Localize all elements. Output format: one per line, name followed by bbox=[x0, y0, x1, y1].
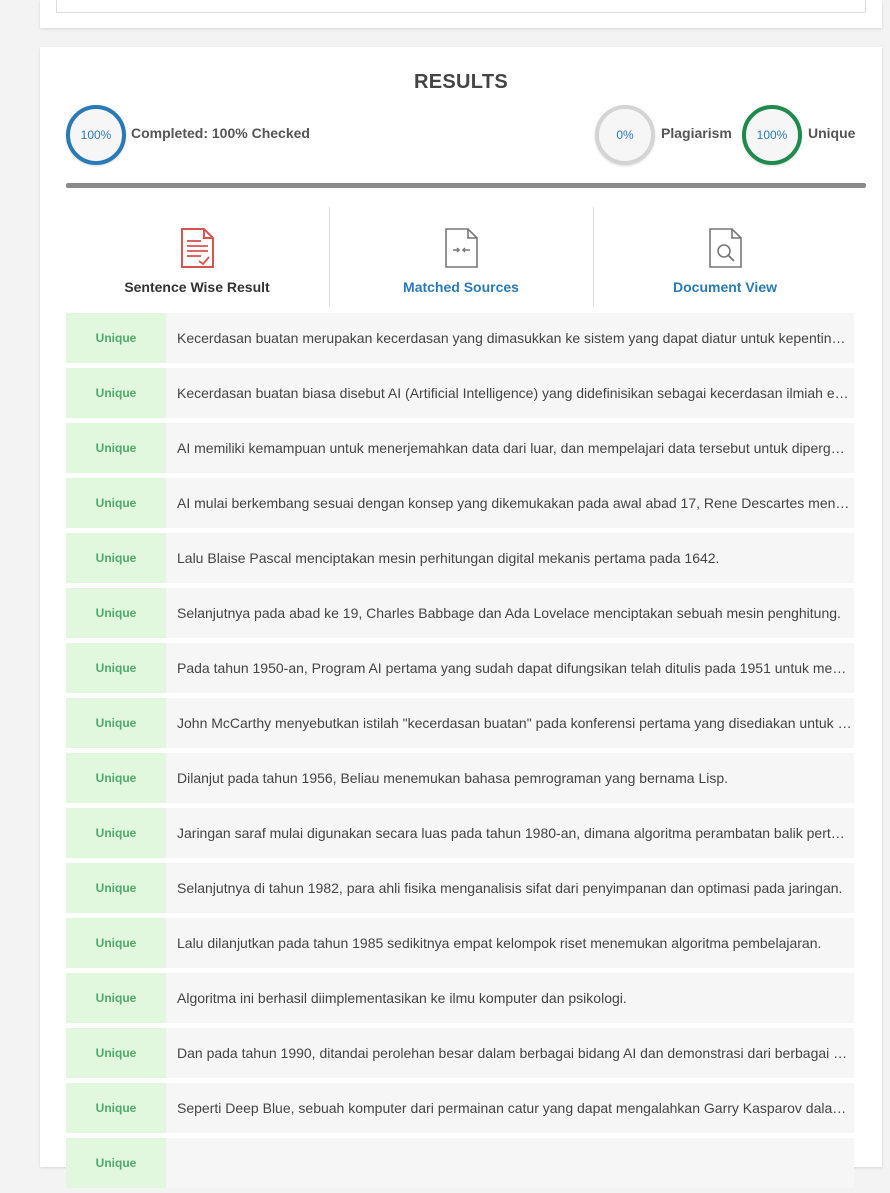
sentence-text: Seperti Deep Blue, sebuah komputer dari … bbox=[177, 1100, 852, 1116]
completed-percent: 100% bbox=[80, 128, 112, 142]
status-badge: Unique bbox=[66, 643, 166, 693]
status-badge: Unique bbox=[66, 753, 166, 803]
sentence-text: AI memiliki kemampuan untuk menerjemahka… bbox=[177, 440, 852, 456]
table-row[interactable]: Unique bbox=[66, 1138, 854, 1188]
status-badge: Unique bbox=[66, 863, 166, 913]
status-badge: Unique bbox=[66, 368, 166, 418]
tab-sentence-wise-result[interactable]: Sentence Wise Result bbox=[66, 207, 328, 307]
sentence-text: AI mulai berkembang sesuai dengan konsep… bbox=[177, 495, 852, 511]
tab-document-view-label: Document View bbox=[673, 279, 777, 295]
tab-matched-sources[interactable]: Matched Sources bbox=[330, 207, 592, 307]
table-row[interactable]: Unique Seperti Deep Blue, sebuah komputer… bbox=[66, 1083, 854, 1133]
status-badge: Unique bbox=[66, 478, 166, 528]
document-search-icon bbox=[707, 227, 743, 274]
results-card: RESULTS 100% Completed: 100% Checked 0% … bbox=[40, 47, 882, 1188]
table-row[interactable]: Unique AI memiliki kemampuan untuk menerj… bbox=[66, 423, 854, 473]
unique-percent: 100% bbox=[756, 128, 788, 142]
table-row[interactable]: Unique John McCarthy menyebutkan istilah … bbox=[66, 698, 854, 748]
document-check-icon bbox=[179, 227, 215, 274]
table-row[interactable]: Unique Lalu Blaise Pascal menciptakan mes… bbox=[66, 533, 854, 583]
sentence-text bbox=[177, 1138, 852, 1188]
tab-sentence-wise-result-label: Sentence Wise Result bbox=[124, 279, 270, 295]
status-badge: Unique bbox=[66, 808, 166, 858]
table-row[interactable]: Unique Selanjutnya di tahun 1982, para ah… bbox=[66, 863, 854, 913]
sentence-result-list: Unique Kecerdasan buatan merupakan kecerd… bbox=[66, 313, 854, 1193]
sentence-text: Kecerdasan buatan biasa disebut AI (Arti… bbox=[177, 385, 852, 401]
plagiarism-percent: 0% bbox=[616, 128, 634, 142]
status-badge: Unique bbox=[66, 973, 166, 1023]
previous-card-inner-box bbox=[56, 0, 866, 13]
sentence-text: Jaringan saraf mulai digunakan secara lu… bbox=[177, 825, 852, 841]
sentence-text: Pada tahun 1950-an, Program AI pertama y… bbox=[177, 660, 852, 676]
unique-circle: 100% bbox=[742, 105, 802, 165]
status-badge: Unique bbox=[66, 588, 166, 638]
table-row[interactable]: Unique Selanjutnya pada abad ke 19, Charl… bbox=[66, 588, 854, 638]
sentence-text: Lalu dilanjutkan pada tahun 1985 sedikit… bbox=[177, 935, 822, 951]
completed-circle: 100% bbox=[66, 105, 126, 165]
sentence-text: John McCarthy menyebutkan istilah "kecer… bbox=[177, 715, 852, 731]
table-row[interactable]: Unique Kecerdasan buatan merupakan kecerd… bbox=[66, 313, 854, 363]
table-row[interactable]: Unique Dilanjut pada tahun 1956, Beliau m… bbox=[66, 753, 854, 803]
sentence-text: Lalu Blaise Pascal menciptakan mesin per… bbox=[177, 550, 720, 566]
table-row[interactable]: Unique Jaringan saraf mulai digunakan sec… bbox=[66, 808, 854, 858]
status-badge: Unique bbox=[66, 313, 166, 363]
compare-arrows-icon bbox=[443, 227, 479, 274]
table-row[interactable]: Unique Pada tahun 1950-an, Program AI per… bbox=[66, 643, 854, 693]
plagiarism-label: Plagiarism bbox=[661, 125, 732, 141]
result-tabs: Sentence Wise Result Matched Sources Doc… bbox=[66, 207, 854, 307]
unique-label: Unique bbox=[808, 125, 856, 141]
sentence-text: Algoritma ini berhasil diimplementasikan… bbox=[177, 990, 627, 1006]
table-row[interactable]: Unique Algoritma ini berhasil diimplement… bbox=[66, 973, 854, 1023]
previous-card bbox=[40, 0, 882, 28]
results-title: RESULTS bbox=[414, 71, 508, 93]
table-row[interactable]: Unique Kecerdasan buatan biasa disebut AI… bbox=[66, 368, 854, 418]
status-badge: Unique bbox=[66, 698, 166, 748]
status-badge: Unique bbox=[66, 1083, 166, 1133]
table-row[interactable]: Unique Lalu dilanjutkan pada tahun 1985 s… bbox=[66, 918, 854, 968]
sentence-text: Dilanjut pada tahun 1956, Beliau menemuk… bbox=[177, 770, 729, 786]
sentence-text: Dan pada tahun 1990, ditandai perolehan … bbox=[177, 1045, 852, 1061]
plagiarism-circle: 0% bbox=[595, 105, 655, 165]
sentence-text: Kecerdasan buatan merupakan kecerdasan y… bbox=[177, 330, 852, 346]
sentence-text: Selanjutnya pada abad ke 19, Charles Bab… bbox=[177, 605, 841, 621]
status-badge: Unique bbox=[66, 533, 166, 583]
tab-document-view[interactable]: Document View bbox=[594, 207, 856, 307]
table-row[interactable]: Unique AI mulai berkembang sesuai dengan … bbox=[66, 478, 854, 528]
progress-bar bbox=[66, 183, 866, 188]
tab-matched-sources-label: Matched Sources bbox=[403, 279, 519, 295]
status-badge: Unique bbox=[66, 423, 166, 473]
sentence-text: Selanjutnya di tahun 1982, para ahli fis… bbox=[177, 880, 843, 896]
status-badge: Unique bbox=[66, 1138, 166, 1188]
completed-label: Completed: 100% Checked bbox=[131, 125, 310, 141]
status-badge: Unique bbox=[66, 1028, 166, 1078]
status-badge: Unique bbox=[66, 918, 166, 968]
table-row[interactable]: Unique Dan pada tahun 1990, ditandai pero… bbox=[66, 1028, 854, 1078]
